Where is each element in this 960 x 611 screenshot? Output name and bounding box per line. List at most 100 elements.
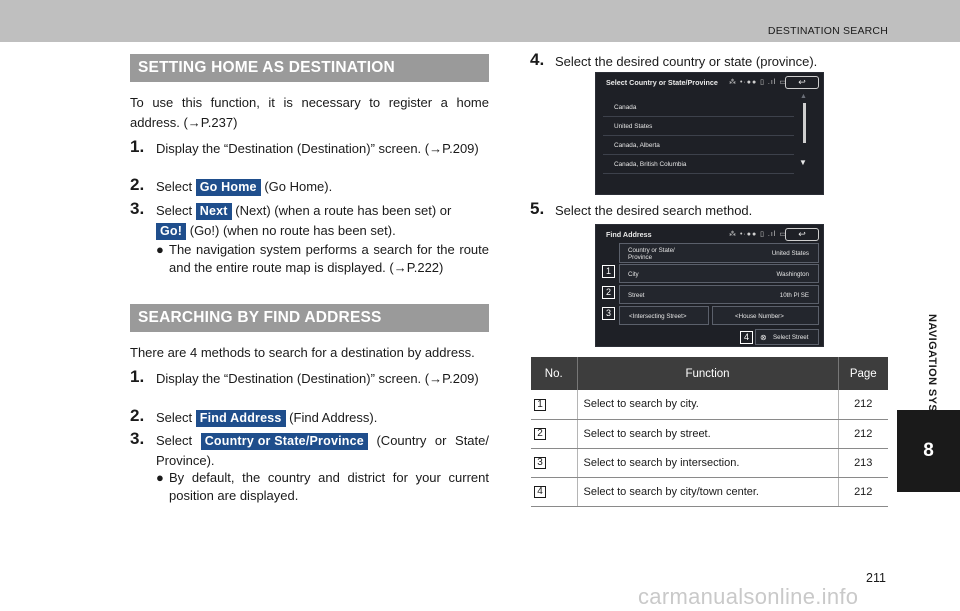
bullet-text: The navigation system performs a search … [169,242,489,275]
next-button[interactable]: Next [195,203,232,220]
row-page: 212 [837,477,888,507]
step-number: 2. [130,406,145,425]
row-value: United States [771,250,809,257]
address-step-2: 2. Select Find Address (Find Address). [130,406,489,428]
find-address-screen: Find Address ⁂ •·●● ▯ .ıl ▭ ↩ Country or… [595,224,824,347]
row-label: Select Street [773,334,809,341]
step-number: 4. [530,50,545,69]
scrollbar[interactable] [803,103,806,143]
step-number: 3. [130,429,145,448]
row-function: Select to search by street. [576,419,838,449]
address-bullet: ● By default, the country and district f… [156,469,489,505]
step-text: (Go Home). [260,179,333,194]
street-row[interactable]: Street 10th Pl SE [619,285,819,304]
step-number: 1. [130,137,145,156]
step-text: Display the “Destination (Destination)” … [156,371,479,386]
home-step-3-cont: Go! (Go!) (when no route has been set). [130,221,489,241]
side-tab: NAVIGATION SYSTEM 8 [897,42,960,611]
home-bullet: ● The navigation system performs a searc… [156,241,489,277]
col-header-page: Page [837,357,888,390]
row-value: 10th Pl SE [779,292,809,299]
row-number: 2 [534,428,546,440]
callout-4: 4 [740,331,753,344]
table-row: 3 Select to search by intersection. 213 [531,448,888,478]
table-row: 1 Select to search by city. 212 [531,390,888,420]
row-value: Washington [776,271,809,278]
step-text: (Go!) (when no route has been set). [186,223,396,238]
step-text: Select [156,410,196,425]
col-header-function: Function [576,357,838,390]
row-page: 213 [837,448,888,478]
col-header-no: No. [531,357,577,390]
section-title: DESTINATION SEARCH [767,25,888,37]
step-text: Select [156,179,196,194]
row-number: 1 [534,398,546,411]
row-function: Select to search by intersection. [576,448,838,478]
row-function: Select to search by city/town center. [576,477,838,507]
row-label: Street [628,292,645,299]
row-label: City [628,271,639,278]
back-button[interactable]: ↩ [785,228,819,241]
callout-3: 3 [602,307,615,320]
home-section-banner: SETTING HOME AS DESTINATION [130,54,489,82]
header-bar: DESTINATION SEARCH [0,0,960,42]
step-number: 3. [130,199,145,218]
step-5: 5. Select the desired search method. [530,199,890,221]
step-text: Select [156,203,196,218]
country-item[interactable]: United States [603,117,794,136]
step-text: Select the desired country or state (pro… [555,54,818,69]
home-step-2: 2. Select Go Home (Go Home). [130,175,489,197]
country-item[interactable]: Canada, Alberta [603,136,794,155]
country-select-screen: Select Country or State/Province ⁂ •·●● … [595,72,824,195]
callout-1: 1 [602,265,615,278]
row-function: Select to search by city. [576,390,838,420]
row-page: 212 [837,419,888,449]
intersecting-street-button[interactable]: <Intersecting Street> [619,306,709,325]
row-label: Country or State/ Province [628,247,675,261]
step-number: 2. [130,175,145,194]
callout-2: 2 [602,286,615,299]
step-text: (Next) (when a route has been set) or [231,203,452,218]
city-row[interactable]: City Washington [619,264,819,283]
bullet-text: By default, the country and district for… [169,470,489,503]
row-label: <Intersecting Street> [629,313,687,320]
back-button[interactable]: ↩ [785,76,819,89]
step-text: Display the “Destination (Destination)” … [156,141,479,156]
function-table: No. Function Page 1 Select to search by … [531,357,888,507]
address-step-3: 3. Select Country or State/Province (Cou… [130,429,489,471]
address-section-banner: SEARCHING BY FIND ADDRESS [130,304,489,332]
table-header: No. Function Page [531,357,888,390]
home-step-3: 3. Select Next (Next) (when a route has … [130,199,489,220]
step-4: 4. Select the desired country or state (… [530,50,890,72]
step-number: 5. [530,199,545,218]
step-text: (Find Address). [285,410,378,425]
step-text: Select [156,433,201,448]
country-item[interactable]: Canada, British Columbia [603,155,794,174]
screen-title: Select Country or State/Province [606,78,718,87]
status-icons: ⁂ •·●● ▯ .ıl ▭ [729,79,787,86]
select-street-button[interactable]: ⊗ Select Street [755,329,819,345]
scroll-up-icon[interactable]: ▲ [800,93,807,100]
row-number: 4 [534,486,546,498]
country-state-button[interactable]: Country or State/Province [200,433,368,450]
home-intro: To use this function, it is necessary to… [130,95,489,130]
house-number-button[interactable]: <House Number> [712,306,819,325]
step-number: 1. [130,367,145,386]
chapter-number: 8 [897,410,960,492]
page-number: 211 [866,571,886,585]
step-text: Select the desired search method. [555,203,753,218]
go-button[interactable]: Go! [156,223,187,240]
go-home-button[interactable]: Go Home [195,179,261,196]
table-row: 2 Select to search by street. 212 [531,419,888,449]
home-step-1: 1. Display the “Destination (Destination… [130,137,489,159]
bullet-dot: ● [156,242,164,257]
country-item[interactable]: Canada [603,98,794,117]
status-icons: ⁂ •·●● ▯ .ıl ▭ [729,231,787,238]
country-row[interactable]: Country or State/ Province United States [619,243,819,263]
row-label: <House Number> [735,313,784,320]
find-address-button[interactable]: Find Address [195,410,286,427]
row-number: 3 [534,457,546,469]
address-step-1: 1. Display the “Destination (Destination… [130,367,489,389]
scroll-down-icon[interactable]: ▼ [799,158,807,167]
row-page: 212 [837,390,888,420]
